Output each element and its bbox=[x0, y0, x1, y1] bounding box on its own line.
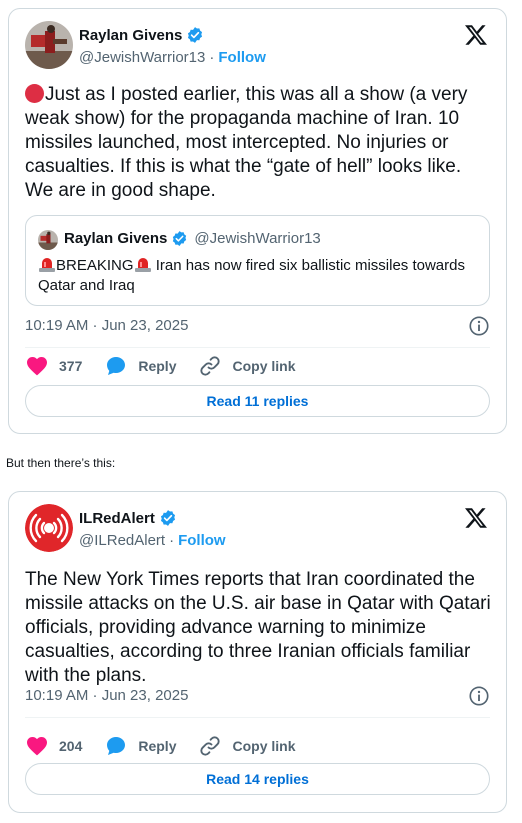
x-logo-icon[interactable] bbox=[464, 506, 488, 530]
quoted-avatar bbox=[38, 230, 58, 250]
reply-bubble-icon bbox=[107, 357, 126, 375]
red-alert-logo-icon bbox=[25, 504, 73, 552]
quoted-author-name: Raylan Givens bbox=[64, 230, 168, 247]
reply-button[interactable]: Reply bbox=[104, 354, 176, 378]
copy-link-label: Copy link bbox=[232, 358, 296, 374]
like-count: 204 bbox=[59, 738, 83, 754]
author-name[interactable]: ILRedAlert bbox=[79, 510, 155, 527]
reply-label: Reply bbox=[138, 738, 177, 754]
verified-badge-icon bbox=[171, 230, 188, 247]
read-replies-button[interactable]: Read 14 replies bbox=[25, 763, 490, 795]
quoted-author-handle: @JewishWarrior13 bbox=[194, 230, 321, 247]
quoted-tweet[interactable]: Raylan Givens @JewishWarrior13 BREAKING … bbox=[25, 215, 490, 306]
like-count: 377 bbox=[59, 358, 83, 374]
red-circle-emoji-icon bbox=[25, 84, 44, 103]
tweet-timestamp[interactable]: 10:19 AM · Jun 23, 2025 bbox=[25, 687, 188, 704]
between-text: But then there’s this: bbox=[6, 456, 116, 470]
copy-link-button[interactable]: Copy link bbox=[198, 354, 296, 378]
follow-button[interactable]: Follow bbox=[218, 49, 266, 66]
avatar[interactable] bbox=[25, 21, 73, 69]
tweet-text: Just as I posted earlier, this was all a… bbox=[25, 84, 468, 201]
x-logo-icon[interactable] bbox=[464, 23, 488, 47]
author-handle[interactable]: @JewishWarrior13 bbox=[79, 49, 205, 66]
verified-badge-icon bbox=[159, 509, 177, 527]
heart-icon bbox=[27, 737, 47, 756]
separator-dot: · bbox=[169, 532, 175, 549]
link-icon bbox=[200, 356, 221, 376]
copy-link-label: Copy link bbox=[232, 738, 296, 754]
reply-button[interactable]: Reply bbox=[104, 734, 176, 758]
follow-button[interactable]: Follow bbox=[178, 532, 226, 549]
embedded-tweet-card: Raylan Givens @JewishWarrior13 · Follow … bbox=[8, 8, 507, 434]
read-replies-button[interactable]: Read 11 replies bbox=[25, 385, 490, 417]
siren-emoji-icon bbox=[38, 256, 56, 272]
avatar-image bbox=[25, 21, 73, 69]
link-icon bbox=[200, 736, 221, 756]
separator-dot: · bbox=[209, 49, 215, 66]
author-name[interactable]: Raylan Givens bbox=[79, 27, 182, 44]
info-icon[interactable] bbox=[468, 315, 490, 337]
copy-link-button[interactable]: Copy link bbox=[198, 734, 296, 758]
like-button[interactable]: 377 bbox=[25, 354, 82, 378]
heart-icon bbox=[27, 357, 47, 376]
verified-badge-icon bbox=[186, 26, 204, 44]
tweet-text: The New York Times reports that Iran coo… bbox=[25, 569, 491, 686]
breaking-label: BREAKING bbox=[56, 257, 134, 274]
reply-bubble-icon bbox=[107, 737, 126, 755]
divider bbox=[25, 717, 490, 718]
info-icon[interactable] bbox=[468, 685, 490, 707]
siren-emoji-icon bbox=[134, 256, 152, 272]
avatar[interactable] bbox=[25, 504, 73, 552]
like-button[interactable]: 204 bbox=[25, 734, 82, 758]
tweet-timestamp[interactable]: 10:19 AM · Jun 23, 2025 bbox=[25, 317, 188, 334]
embedded-tweet-card: ILRedAlert @ILRedAlert · Follow The New … bbox=[8, 491, 507, 813]
reply-label: Reply bbox=[138, 358, 177, 374]
divider bbox=[25, 347, 490, 348]
author-handle[interactable]: @ILRedAlert bbox=[79, 532, 165, 549]
